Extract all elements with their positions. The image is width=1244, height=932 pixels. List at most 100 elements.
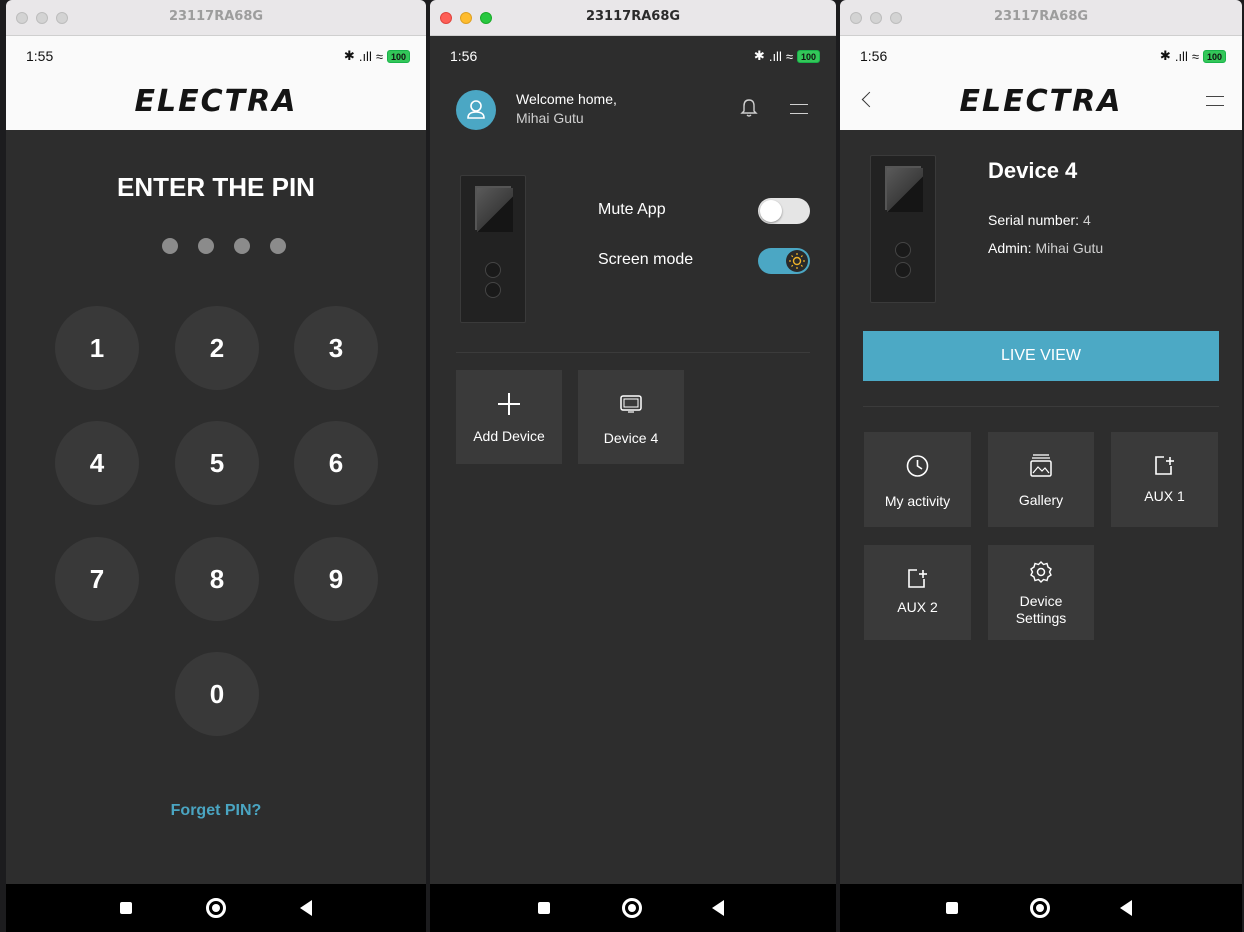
phone-window-device: 23117RA68G 1:56 ✱ .ıll ≈ 100 ELECTRA Dev… — [840, 0, 1242, 932]
add-device-tile[interactable]: Add Device — [456, 370, 562, 464]
divider — [863, 406, 1219, 407]
status-time: 1:56 — [450, 48, 478, 64]
keypad-key-7[interactable]: 7 — [55, 537, 139, 621]
my-activity-tile[interactable]: My activity — [864, 432, 971, 527]
gallery-tile[interactable]: Gallery — [988, 432, 1094, 527]
keypad-key-0[interactable]: 0 — [175, 652, 259, 736]
wifi-icon: ≈ — [1191, 48, 1199, 64]
brand-logo: ELECTRA — [959, 84, 1123, 119]
device-name: Device 4 — [988, 158, 1078, 183]
window-title: 23117RA68G — [168, 9, 264, 24]
keypad-key-5[interactable]: 5 — [175, 421, 259, 505]
window-titlebar: 23117RA68G — [840, 0, 1242, 36]
window-title: 23117RA68G — [993, 9, 1089, 24]
back-button[interactable] — [300, 900, 312, 916]
recents-button[interactable] — [946, 902, 958, 914]
aux-icon — [908, 569, 927, 588]
battery-icon: 100 — [796, 49, 820, 63]
back-button[interactable] — [712, 900, 724, 916]
mute-app-toggle[interactable] — [758, 198, 810, 224]
battery-icon: 100 — [1202, 49, 1226, 63]
bluetooth-icon: ✱ — [1159, 48, 1171, 63]
user-avatar[interactable] — [456, 90, 496, 130]
keypad-key-6[interactable]: 6 — [294, 421, 378, 505]
toggle-thumb — [760, 200, 782, 222]
tile-label: Gallery — [1018, 492, 1064, 508]
wifi-icon: ≈ — [375, 48, 383, 64]
tile-label: AUX 1 — [1144, 488, 1185, 504]
battery-icon: 100 — [386, 49, 410, 63]
gallery-icon — [1030, 454, 1052, 477]
bell-icon[interactable] — [740, 98, 758, 118]
brand-logo: ELECTRA — [134, 84, 298, 119]
keypad-key-1[interactable]: 1 — [55, 306, 139, 390]
window-titlebar: 23117RA68G — [430, 0, 836, 36]
aux-2-tile[interactable]: AUX 2 — [864, 545, 971, 640]
recents-button[interactable] — [120, 902, 132, 914]
android-nav-bar — [430, 884, 836, 932]
serial-number-row: Serial number: 4 — [988, 212, 1091, 228]
pin-dot — [162, 238, 178, 254]
aux-1-tile[interactable]: AUX 1 — [1111, 432, 1218, 527]
tile-label: AUX 2 — [897, 599, 938, 615]
app-header: ELECTRA — [840, 76, 1242, 130]
recents-button[interactable] — [538, 902, 550, 914]
device-4-tile[interactable]: Device 4 — [578, 370, 684, 464]
signal-icon: .ıll — [358, 48, 372, 64]
live-view-button[interactable]: LIVE VIEW — [863, 331, 1219, 381]
status-icons: ✱ .ıll ≈ 100 — [344, 48, 410, 64]
tile-label: Device 4 — [603, 430, 659, 446]
status-time: 1:56 — [860, 48, 888, 64]
tile-label: My activity — [884, 493, 951, 509]
keypad-key-3[interactable]: 3 — [294, 306, 378, 390]
home-button[interactable] — [622, 898, 642, 918]
signal-icon: .ıll — [1174, 48, 1188, 64]
welcome-text: Welcome home, Mihai Gutu — [516, 90, 617, 128]
plus-icon — [498, 393, 520, 415]
admin-row: Admin: Mihai Gutu — [988, 240, 1103, 256]
menu-icon[interactable] — [1206, 96, 1224, 106]
window-title: 23117RA68G — [585, 9, 681, 24]
window-titlebar: 23117RA68G — [6, 0, 426, 36]
android-nav-bar — [6, 884, 426, 932]
bluetooth-icon: ✱ — [343, 48, 355, 63]
status-bar: 1:56 ✱ .ıll ≈ 100 — [430, 36, 836, 76]
keypad-key-8[interactable]: 8 — [175, 537, 259, 621]
android-nav-bar — [840, 884, 1242, 932]
bluetooth-icon: ✱ — [753, 48, 765, 63]
device-image — [460, 175, 526, 323]
mute-app-label: Mute App — [598, 201, 666, 218]
tile-label: Device Settings — [1015, 593, 1067, 626]
pin-title: ENTER THE PIN — [117, 172, 315, 202]
back-button[interactable] — [1120, 900, 1132, 916]
home-button[interactable] — [1030, 898, 1050, 918]
phone-window-home: 23117RA68G 1:56 ✱ .ıll ≈ 100 Welcome hom… — [430, 0, 836, 932]
menu-icon[interactable] — [790, 104, 808, 114]
serial-value: 4 — [1082, 212, 1091, 228]
keypad-key-4[interactable]: 4 — [55, 421, 139, 505]
gear-icon — [1030, 561, 1052, 583]
device-settings-tile[interactable]: Device Settings — [988, 545, 1094, 640]
aux-icon — [1155, 456, 1174, 475]
sun-icon — [786, 250, 808, 272]
status-time: 1:55 — [26, 48, 54, 64]
phone-window-pin: 23117RA68G 1:55 ✱ .ıll ≈ 100 ELECTRA ENT… — [6, 0, 426, 932]
status-bar: 1:56 ✱ .ıll ≈ 100 — [840, 36, 1242, 76]
status-icons: ✱ .ıll ≈ 100 — [754, 48, 820, 64]
admin-value: Mihai Gutu — [1035, 240, 1104, 256]
keypad-key-2[interactable]: 2 — [175, 306, 259, 390]
forget-pin-link[interactable]: Forget PIN? — [6, 802, 426, 820]
screen-mode-toggle[interactable] — [758, 248, 810, 274]
keypad-key-9[interactable]: 9 — [294, 537, 378, 621]
app-header: ELECTRA — [6, 76, 426, 130]
screen-mode-label: Screen mode — [598, 251, 694, 268]
clock-icon — [906, 455, 929, 477]
stage: 23117RA68G 1:55 ✱ .ıll ≈ 100 ELECTRA ENT… — [0, 0, 1244, 932]
serial-label: Serial number: — [988, 212, 1080, 228]
pin-indicator — [162, 238, 286, 254]
wifi-icon: ≈ — [785, 48, 793, 64]
home-button[interactable] — [206, 898, 226, 918]
user-icon — [467, 100, 485, 119]
monitor-icon — [620, 395, 642, 413]
welcome-greeting: Welcome home, — [516, 91, 617, 107]
